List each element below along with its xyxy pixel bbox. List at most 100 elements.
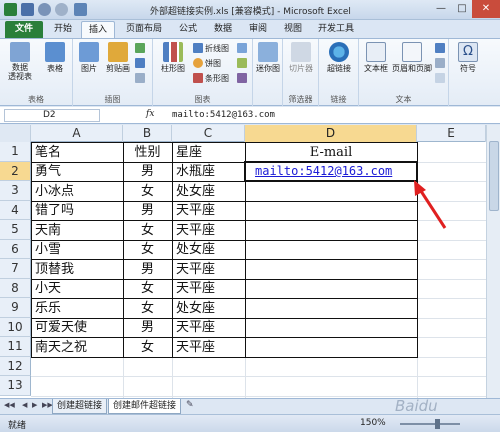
area-chart-icon[interactable] (237, 43, 249, 53)
slicer-button[interactable]: 切片器 (286, 42, 316, 74)
symbol-button[interactable]: Ω 符号 (453, 42, 483, 74)
row-header-1[interactable]: 1 (0, 142, 31, 162)
column-header-d[interactable]: D (245, 125, 417, 142)
cell-pen-name[interactable]: 顶替我 (35, 261, 74, 278)
zoom-slider-handle[interactable] (435, 419, 440, 429)
cell-pen-name[interactable]: 小冰点 (35, 183, 74, 200)
shapes-icon[interactable] (135, 43, 147, 53)
cell-pen-name[interactable]: 小雪 (35, 241, 61, 258)
save-icon[interactable] (21, 3, 34, 16)
object-icon[interactable] (435, 73, 447, 83)
cell-gender[interactable]: 女 (123, 280, 172, 297)
new-sheet-icon[interactable]: ✎ (186, 400, 194, 410)
tab-review[interactable]: 审阅 (242, 21, 274, 38)
customize-quick-access-icon[interactable] (74, 3, 87, 16)
column-header-b[interactable]: B (123, 125, 172, 142)
cell-pen-name[interactable]: 小天 (35, 280, 61, 297)
tab-page-layout[interactable]: 页面布局 (118, 21, 170, 38)
header-footer-button[interactable]: 页眉和页脚 (392, 42, 432, 74)
tab-file[interactable]: 文件 (5, 21, 43, 38)
line-chart-button[interactable]: 折线图 (193, 43, 229, 54)
tab-home[interactable]: 开始 (47, 21, 79, 38)
tab-view[interactable]: 视图 (277, 21, 309, 38)
row-header-8[interactable]: 8 (0, 278, 31, 298)
zoom-level[interactable]: 150% (360, 418, 386, 428)
tab-developer[interactable]: 开发工具 (312, 21, 360, 38)
other-charts-icon[interactable] (237, 73, 249, 83)
redo-icon[interactable] (55, 3, 68, 16)
maximize-button[interactable]: □ (452, 0, 472, 18)
column-header-c[interactable]: C (172, 125, 245, 142)
select-all-corner[interactable] (0, 125, 31, 142)
cell-zodiac[interactable]: 处女座 (176, 183, 215, 200)
header-zodiac[interactable]: 星座 (176, 144, 202, 164)
column-header-a[interactable]: A (31, 125, 123, 142)
cell-zodiac[interactable]: 天平座 (176, 339, 215, 356)
textbox-button[interactable]: 文本框 (361, 42, 391, 74)
sheet-first-arrow-icon[interactable]: ◀◀ (4, 401, 15, 409)
cell-gender[interactable]: 女 (123, 183, 172, 200)
scatter-chart-icon[interactable] (237, 58, 249, 68)
cell-pen-name[interactable]: 天南 (35, 222, 61, 239)
cell-gender[interactable]: 女 (123, 222, 172, 239)
cell-gender[interactable]: 男 (123, 163, 172, 180)
cell-pen-name[interactable]: 勇气 (35, 163, 61, 180)
zoom-slider[interactable] (400, 423, 460, 425)
cell-gender[interactable]: 女 (123, 241, 172, 258)
cell-pen-name[interactable]: 错了吗 (35, 202, 74, 219)
cell-gender[interactable]: 男 (123, 319, 172, 336)
row-header-7[interactable]: 7 (0, 259, 31, 279)
cell-gender[interactable]: 男 (123, 202, 172, 219)
tab-insert[interactable]: 插入 (81, 21, 115, 38)
cell-zodiac[interactable]: 天平座 (176, 222, 215, 239)
cell-zodiac[interactable]: 处女座 (176, 241, 215, 258)
clipart-button[interactable]: 剪贴画 (103, 42, 133, 74)
wordart-icon[interactable] (435, 43, 447, 53)
header-pen-name[interactable]: 笔名 (35, 144, 61, 164)
row-header-5[interactable]: 5 (0, 220, 31, 240)
row-header-4[interactable]: 4 (0, 200, 31, 220)
minimize-button[interactable]: — (430, 0, 452, 18)
cell-pen-name[interactable]: 可爱天使 (35, 319, 87, 336)
picture-button[interactable]: 图片 (77, 42, 101, 74)
row-header-3[interactable]: 3 (0, 181, 31, 201)
pie-chart-button[interactable]: 饼图 (193, 58, 221, 69)
cell-zodiac[interactable]: 天平座 (176, 261, 215, 278)
sparkline-button[interactable]: 迷你图 (254, 42, 282, 74)
hyperlink-button[interactable]: 超链接 (322, 42, 356, 74)
active-cell-d2[interactable] (244, 160, 418, 182)
screenshot-icon[interactable] (135, 73, 147, 83)
smartart-icon[interactable] (135, 58, 147, 68)
column-header-e[interactable]: E (417, 125, 486, 142)
name-box[interactable]: D2 (4, 109, 100, 122)
undo-icon[interactable] (38, 3, 51, 16)
worksheet-grid[interactable]: A B C D E 1 2 3 4 5 6 7 8 9 10 11 12 13 笔名 性别 星座 E-mail… (0, 125, 500, 398)
sheet-next-arrow-icon[interactable]: ▶ (32, 401, 37, 409)
scrollbar-thumb[interactable] (489, 141, 499, 211)
bar-chart-button[interactable]: 条形图 (193, 73, 229, 84)
sheet-tab-2[interactable]: 创建邮件超链接 (108, 399, 182, 414)
signature-icon[interactable] (435, 58, 447, 68)
pivot-table-button[interactable]: 数据 透视表 (4, 42, 36, 81)
sheet-prev-arrow-icon[interactable]: ◀ (22, 401, 27, 409)
cell-gender[interactable]: 女 (123, 300, 172, 317)
sheet-tab-1[interactable]: 创建超链接 (52, 399, 108, 414)
close-button[interactable]: ✕ (472, 0, 500, 18)
cell-pen-name[interactable]: 乐乐 (35, 300, 61, 317)
column-chart-button[interactable]: 柱形图 (156, 42, 190, 74)
cell-pen-name[interactable]: 南天之祝 (35, 339, 87, 356)
row-header-10[interactable]: 10 (0, 317, 31, 337)
table-button[interactable]: 表格 (40, 42, 70, 74)
cell-zodiac[interactable]: 水瓶座 (176, 163, 215, 180)
row-header-9[interactable]: 9 (0, 298, 31, 318)
cell-zodiac[interactable]: 天平座 (176, 280, 215, 297)
row-header-12[interactable]: 12 (0, 356, 31, 376)
tab-formulas[interactable]: 公式 (172, 21, 204, 38)
cell-zodiac[interactable]: 天平座 (176, 319, 215, 336)
vertical-scrollbar[interactable] (486, 125, 500, 398)
row-header-13[interactable]: 13 (0, 376, 31, 396)
tab-data[interactable]: 数据 (207, 21, 239, 38)
cell-zodiac[interactable]: 天平座 (176, 202, 215, 219)
cell-zodiac[interactable]: 处女座 (176, 300, 215, 317)
cell-gender[interactable]: 男 (123, 261, 172, 278)
